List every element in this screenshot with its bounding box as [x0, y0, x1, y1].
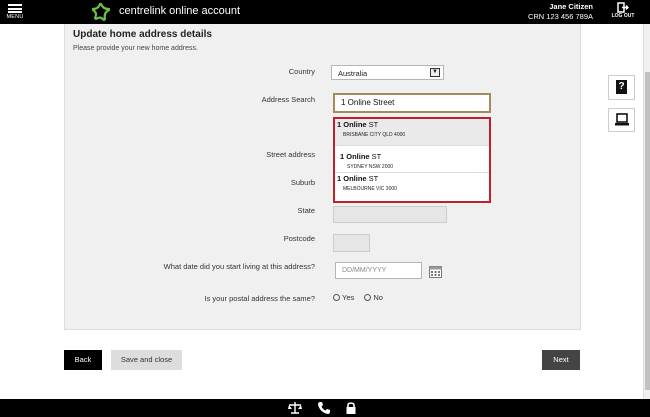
user-name: Jane Citizen — [549, 2, 593, 11]
menu-icon — [8, 4, 22, 13]
suggestion-match: 1 Online — [340, 152, 370, 161]
postal-yes-radio[interactable]: Yes — [333, 293, 354, 302]
save-and-close-button[interactable]: Save and close — [111, 350, 182, 370]
user-info: Jane Citizen CRN 123 456 789A — [528, 2, 593, 22]
chat-button[interactable] — [608, 108, 635, 132]
start-date-label: What date did you start living at this a… — [163, 262, 315, 271]
postcode-field[interactable] — [333, 234, 370, 252]
calendar-icon[interactable] — [429, 265, 442, 278]
suggestion-locality: SYDNEY NSW 2000 — [347, 164, 394, 170]
logout-label: LOG OUT — [611, 13, 635, 19]
street-address-label: Street address — [266, 150, 315, 159]
chevron-down-icon: ▼ — [430, 68, 440, 77]
menu-button[interactable]: MENU — [5, 2, 25, 22]
help-icon: ? — [616, 80, 627, 94]
app-title: centrelink online account — [119, 5, 241, 17]
address-form-panel: Update home address details Please provi… — [64, 24, 581, 330]
form-title: Update home address details — [73, 29, 212, 40]
suggestion-item[interactable]: 1 Online ST MELBOURNE VIC 3000 — [335, 173, 489, 200]
postcode-label: Postcode — [283, 234, 315, 243]
suggestion-rest: ST — [369, 152, 382, 161]
address-search-input[interactable]: 1 Online Street — [333, 93, 491, 113]
logout-icon — [617, 2, 629, 13]
yes-label: Yes — [342, 293, 355, 302]
page-scrollbar[interactable] — [643, 24, 650, 399]
lock-icon[interactable] — [344, 401, 358, 415]
state-field[interactable] — [333, 206, 447, 223]
address-search-value: 1 Online Street — [341, 98, 395, 107]
suggestion-rest: ST — [366, 174, 379, 183]
state-label: State — [297, 206, 315, 215]
help-button[interactable]: ? — [608, 75, 635, 100]
phone-icon[interactable] — [317, 401, 331, 415]
scrollbar-thumb[interactable] — [645, 72, 650, 390]
top-bar: MENU centrelink online account Jane Citi… — [0, 0, 650, 24]
logout-button[interactable]: LOG OUT — [602, 2, 644, 22]
no-label: No — [373, 293, 383, 302]
scales-icon[interactable] — [288, 401, 302, 415]
form-subtitle: Please provide your new home address. — [73, 45, 198, 52]
next-button[interactable]: Next — [542, 350, 580, 370]
postal-same-label: Is your postal address the same? — [204, 294, 315, 303]
centrelink-logo — [91, 2, 111, 22]
country-select[interactable]: Australia ▼ — [331, 65, 444, 80]
suggestion-match: 1 Online — [337, 120, 367, 129]
suggestion-match: 1 Online — [337, 174, 367, 183]
suggestion-item[interactable]: 1 Online ST SYDNEY NSW 2000 — [335, 146, 489, 173]
start-date-input[interactable]: DD/MM/YYYY — [335, 262, 422, 279]
country-label: Country — [288, 67, 315, 76]
address-search-label: Address Search — [261, 95, 315, 104]
page-content: Update home address details Please provi… — [0, 24, 643, 399]
address-suggestions: 1 Online ST BRISBANE CITY QLD 4000 1 Onl… — [333, 117, 491, 203]
suggestion-locality: BRISBANE CITY QLD 4000 — [343, 132, 406, 138]
date-placeholder: DD/MM/YYYY — [342, 267, 387, 274]
user-crn: CRN 123 456 789A — [527, 12, 593, 21]
suburb-label: Suburb — [290, 178, 315, 187]
back-button[interactable]: Back — [64, 350, 102, 370]
suggestion-rest: ST — [366, 120, 379, 129]
menu-label: MENU — [6, 14, 24, 20]
postal-same-radio-group: Yes No — [333, 293, 391, 302]
postal-no-radio[interactable]: No — [364, 293, 383, 302]
chat-icon — [614, 113, 629, 126]
country-value: Australia — [338, 69, 368, 78]
suggestion-item[interactable]: 1 Online ST BRISBANE CITY QLD 4000 — [335, 119, 489, 146]
bottom-bar — [0, 399, 650, 417]
suggestion-locality: MELBOURNE VIC 3000 — [343, 186, 397, 192]
